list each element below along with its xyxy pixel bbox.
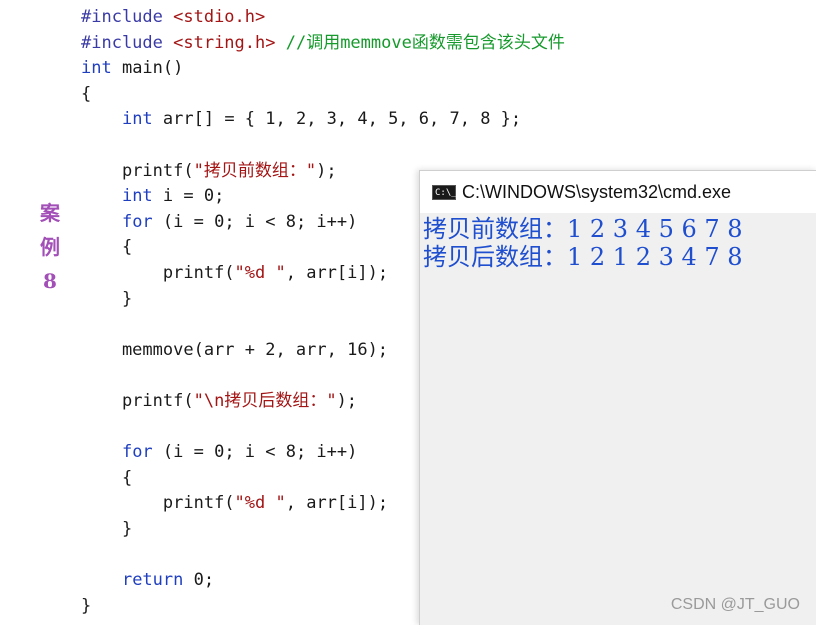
keyword: return (121, 570, 184, 591)
keyword: int (121, 109, 153, 130)
code-line: int arr[] = { 1, 2, 3, 4, 5, 6, 7, 8 }; (81, 107, 565, 133)
case-label-number: 8 (43, 269, 57, 293)
keyword: for (121, 442, 153, 463)
string-literal: "%d " (234, 262, 286, 283)
code-line: { (81, 83, 92, 104)
code-text: , arr[i]); (285, 493, 389, 514)
code-text: , arr[i]); (285, 262, 389, 283)
code-text: printf( (121, 160, 194, 181)
keyword: int (121, 186, 153, 207)
code-line: int main() (81, 56, 565, 82)
keyword: for (121, 211, 153, 232)
preprocessor-directive: #include (81, 7, 163, 27)
terminal-icon: C:\_ (432, 184, 457, 200)
code-text: printf( (162, 262, 235, 283)
code-text: main() (111, 58, 184, 79)
console-output-line: 拷贝前数组：1 2 3 4 5 6 7 8 (423, 215, 743, 243)
console-titlebar[interactable]: C:\_ C:\WINDOWS\system32\cmd.exe (420, 171, 816, 213)
watermark: CSDN @JT_GUO (670, 596, 800, 613)
string-literal: "拷贝前数组：" (193, 160, 317, 181)
console-window[interactable]: C:\_ C:\WINDOWS\system32\cmd.exe 拷贝前数组：1… (419, 170, 816, 625)
console-output: 拷贝前数组：1 2 3 4 5 6 7 8 拷贝后数组：1 2 1 2 3 4 … (420, 213, 816, 271)
code-line: #include <string.h> //调用memmove函数需包含该头文件 (81, 31, 565, 57)
string-literal: "%d " (234, 493, 286, 514)
code-comment: //调用memmove函数需包含该头文件 (275, 32, 565, 53)
code-text: (i = 0; i < 8; i++) (152, 442, 358, 463)
console-title: C:\WINDOWS\system32\cmd.exe (462, 181, 732, 202)
string-literal: "\n拷贝后数组：" (193, 390, 337, 411)
code-text: printf( (121, 390, 194, 411)
case-label: 案 例 8 (36, 196, 64, 298)
code-text: 0; (183, 570, 215, 591)
code-text: printf( (162, 493, 235, 514)
include-header: <stdio.h> (162, 7, 266, 27)
keyword: int (81, 58, 112, 79)
case-label-char-2: 例 (40, 235, 60, 259)
code-text: arr[] = { 1, 2, 3, 4, 5, 6, 7, 8 }; (152, 109, 522, 130)
code-text: ); (336, 390, 358, 411)
console-output-line: 拷贝后数组：1 2 1 2 3 4 7 8 (423, 243, 743, 271)
code-text: (i = 0; i < 8; i++) (152, 211, 358, 232)
include-header: <string.h> (162, 32, 276, 53)
case-label-char-1: 案 (40, 201, 60, 225)
code-text: i = 0; (152, 186, 225, 207)
code-text: ); (316, 160, 337, 181)
code-line: #include <stdio.h> (81, 5, 565, 31)
preprocessor-directive: #include (81, 32, 163, 53)
